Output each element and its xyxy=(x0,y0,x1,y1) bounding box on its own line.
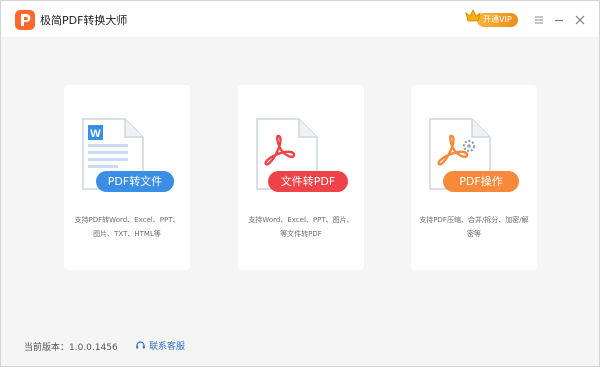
contact-service-label: 联系客服 xyxy=(149,342,186,352)
card-pdf-to-file[interactable]: W PDF转文件 支持PDF转Word、Excel、PPT、图片、TXT、HTM… xyxy=(64,85,190,270)
title-bar: 极简PDF转换大师 开通VIP xyxy=(1,1,599,37)
pdf-to-file-button[interactable]: PDF转文件 xyxy=(96,171,174,192)
file-to-pdf-button[interactable]: 文件转PDF xyxy=(268,171,348,192)
menu-icon[interactable] xyxy=(532,12,546,26)
pdf-to-file-description: 支持PDF转Word、Excel、PPT、图片、TXT、HTML等 xyxy=(74,216,180,238)
vip-label: 开通VIP xyxy=(477,13,518,27)
app-logo-icon xyxy=(15,10,35,30)
contact-service-link[interactable]: 联系客服 xyxy=(135,339,185,352)
minimize-icon[interactable] xyxy=(552,12,566,26)
svg-text:W: W xyxy=(90,128,101,140)
file-to-pdf-description: 支持Word、Excel、PPT、图片、等文件转PDF xyxy=(248,216,354,238)
close-icon[interactable] xyxy=(573,12,587,26)
pdf-operations-button[interactable]: PDF操作 xyxy=(443,171,519,192)
app-window: 极简PDF转换大师 开通VIP W PDF转文件 支持PDF转Word、Exce… xyxy=(0,0,600,367)
pdf-operations-description: 支持PDF压缩、合并/拆分、加密/解密等 xyxy=(419,216,529,238)
feature-cards: W PDF转文件 支持PDF转Word、Excel、PPT、图片、TXT、HTM… xyxy=(1,37,599,297)
card-file-to-pdf[interactable]: 文件转PDF 支持Word、Excel、PPT、图片、等文件转PDF xyxy=(238,85,364,270)
version-label: 当前版本：1.0.0.1456 xyxy=(24,343,118,353)
card-pdf-operations[interactable]: PDF操作 支持PDF压缩、合并/拆分、加密/解密等 xyxy=(411,85,537,270)
app-title: 极简PDF转换大师 xyxy=(40,14,128,27)
headset-icon xyxy=(135,340,146,351)
vip-button[interactable]: 开通VIP xyxy=(465,9,518,28)
crown-icon xyxy=(465,7,481,26)
